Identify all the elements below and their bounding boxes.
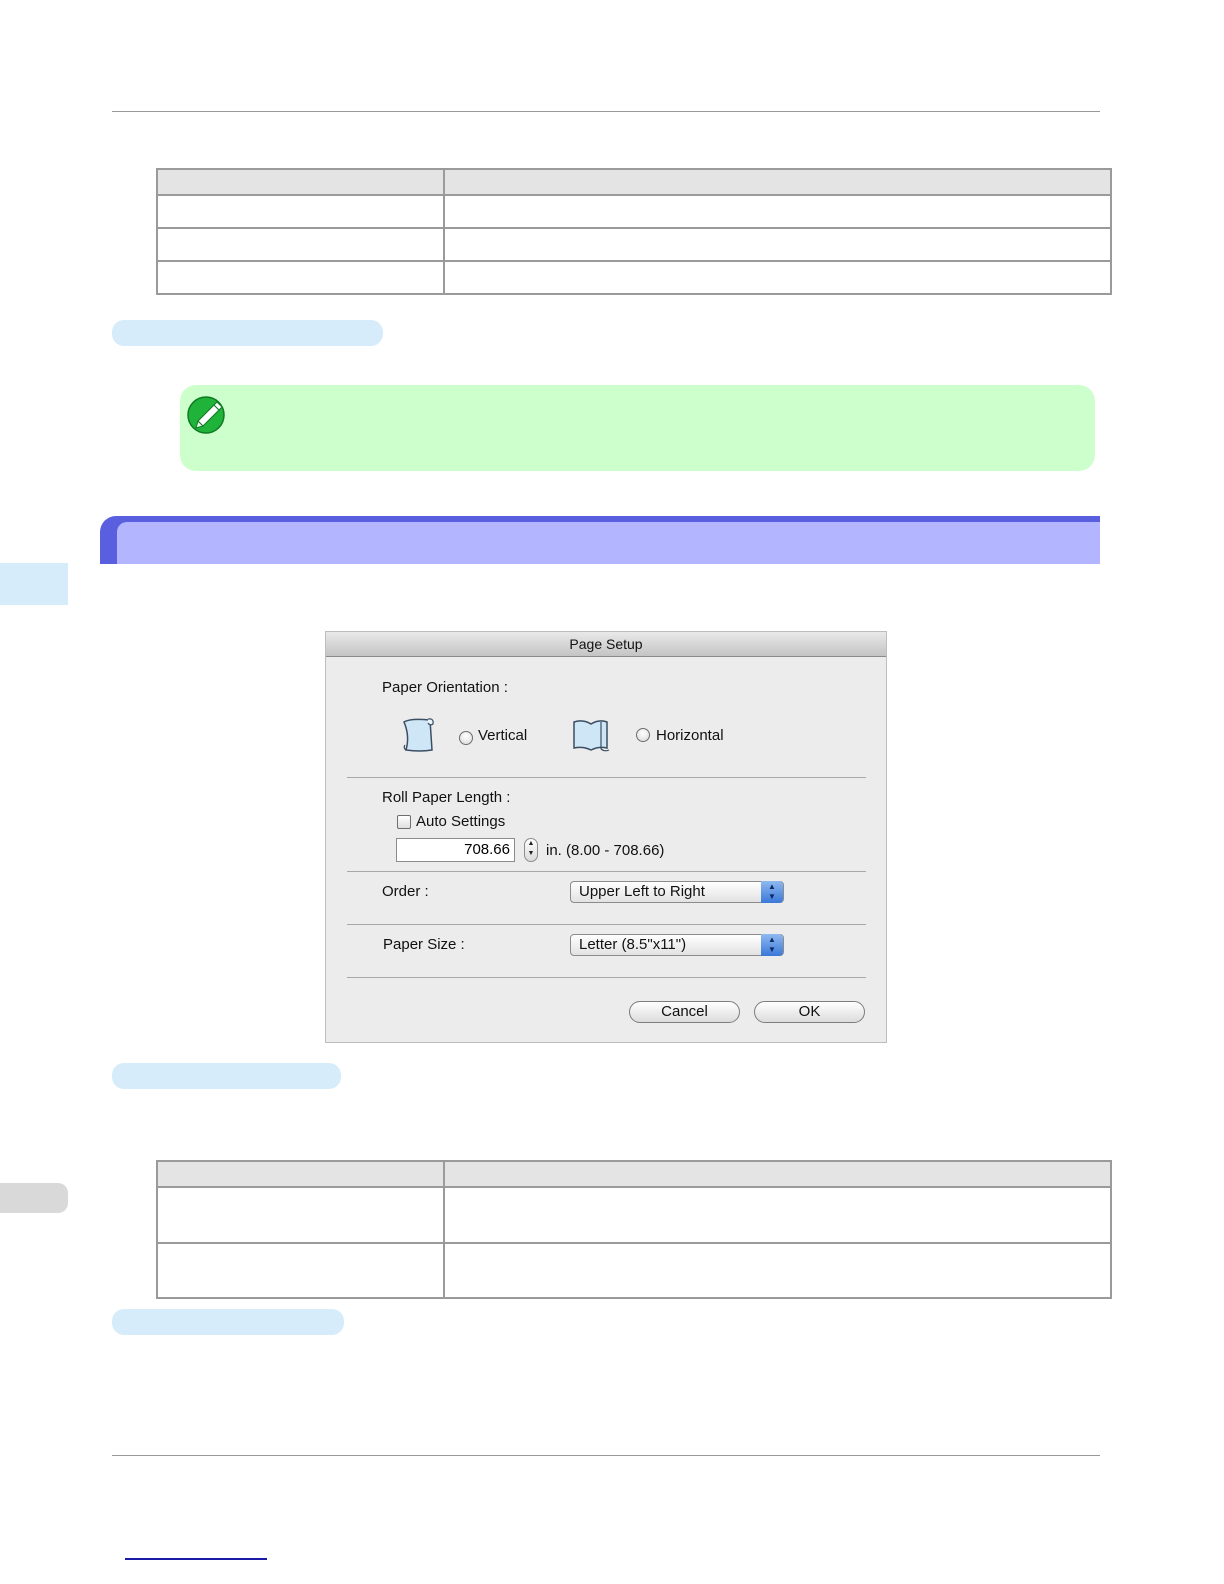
table-row <box>156 227 1112 262</box>
table-cell <box>156 1186 445 1244</box>
paper-size-label: Paper Size : <box>383 936 465 953</box>
portrait-roll-icon <box>400 716 436 754</box>
related-topics-pill <box>112 1309 344 1335</box>
roll-length-stepper[interactable]: ▲ ▼ <box>524 838 538 862</box>
vertical-radio[interactable] <box>459 731 473 745</box>
roll-length-input[interactable]: 708.66 <box>396 838 515 862</box>
table-cell <box>443 260 1112 295</box>
auto-settings-label: Auto Settings <box>416 813 506 830</box>
paper-size-selected-value: Letter (8.5"x11") <box>579 936 687 953</box>
auto-settings-checkbox[interactable] <box>397 815 411 829</box>
chapter-tab <box>0 563 68 605</box>
table-cell <box>156 260 445 295</box>
table-header-cell <box>443 168 1112 196</box>
table-cell <box>156 1242 445 1299</box>
order-label: Order : <box>382 883 429 900</box>
table-header-row <box>156 1160 1112 1188</box>
table-row <box>156 260 1112 295</box>
note-box <box>180 385 1095 471</box>
paper-size-select[interactable]: Letter (8.5"x11") ▲ ▼ <box>570 934 784 956</box>
vertical-label: Vertical <box>478 727 528 744</box>
table-row <box>156 1242 1112 1299</box>
table-header-cell <box>156 168 445 196</box>
landscape-roll-icon <box>571 716 611 754</box>
section-heading <box>117 522 1100 564</box>
table-row <box>156 1186 1112 1244</box>
table-cell <box>443 1186 1112 1244</box>
cancel-button[interactable]: Cancel <box>629 1001 740 1023</box>
chapter-tab-index <box>0 1183 68 1213</box>
topic-pill <box>112 1063 341 1089</box>
separator <box>347 977 866 978</box>
table-cell <box>443 194 1112 229</box>
chevron-updown-icon: ▲ ▼ <box>761 881 783 903</box>
ok-button[interactable]: OK <box>754 1001 865 1023</box>
table-row <box>156 194 1112 229</box>
table-header-cell <box>443 1160 1112 1188</box>
table-cell <box>443 227 1112 262</box>
paper-orientation-label: Paper Orientation : <box>382 679 508 696</box>
related-topics-pill <box>112 320 383 346</box>
header-rule <box>112 111 1100 112</box>
footer-link-underline[interactable] <box>125 1558 267 1560</box>
page-setup-dialog: Page Setup Paper Orientation : Vertical … <box>325 631 887 1043</box>
table-cell <box>443 1242 1112 1299</box>
roll-paper-length-label: Roll Paper Length : <box>382 789 511 806</box>
table-cell <box>156 227 445 262</box>
dialog-title: Page Setup <box>326 632 886 657</box>
order-select[interactable]: Upper Left to Right ▲ ▼ <box>570 881 784 903</box>
horizontal-radio[interactable] <box>636 728 650 742</box>
bottom-table <box>156 1160 1112 1299</box>
table-header-cell <box>156 1160 445 1188</box>
table-cell <box>156 194 445 229</box>
table-header-row <box>156 168 1112 196</box>
separator <box>347 777 866 778</box>
order-selected-value: Upper Left to Right <box>579 883 705 900</box>
chevron-updown-icon: ▲ ▼ <box>761 934 783 956</box>
top-table <box>156 168 1112 295</box>
separator <box>347 924 866 925</box>
roll-length-range: in. (8.00 - 708.66) <box>546 842 665 859</box>
horizontal-label: Horizontal <box>656 727 724 744</box>
pencil-note-icon <box>186 393 228 435</box>
footer-rule <box>112 1455 1100 1456</box>
separator <box>347 871 866 872</box>
